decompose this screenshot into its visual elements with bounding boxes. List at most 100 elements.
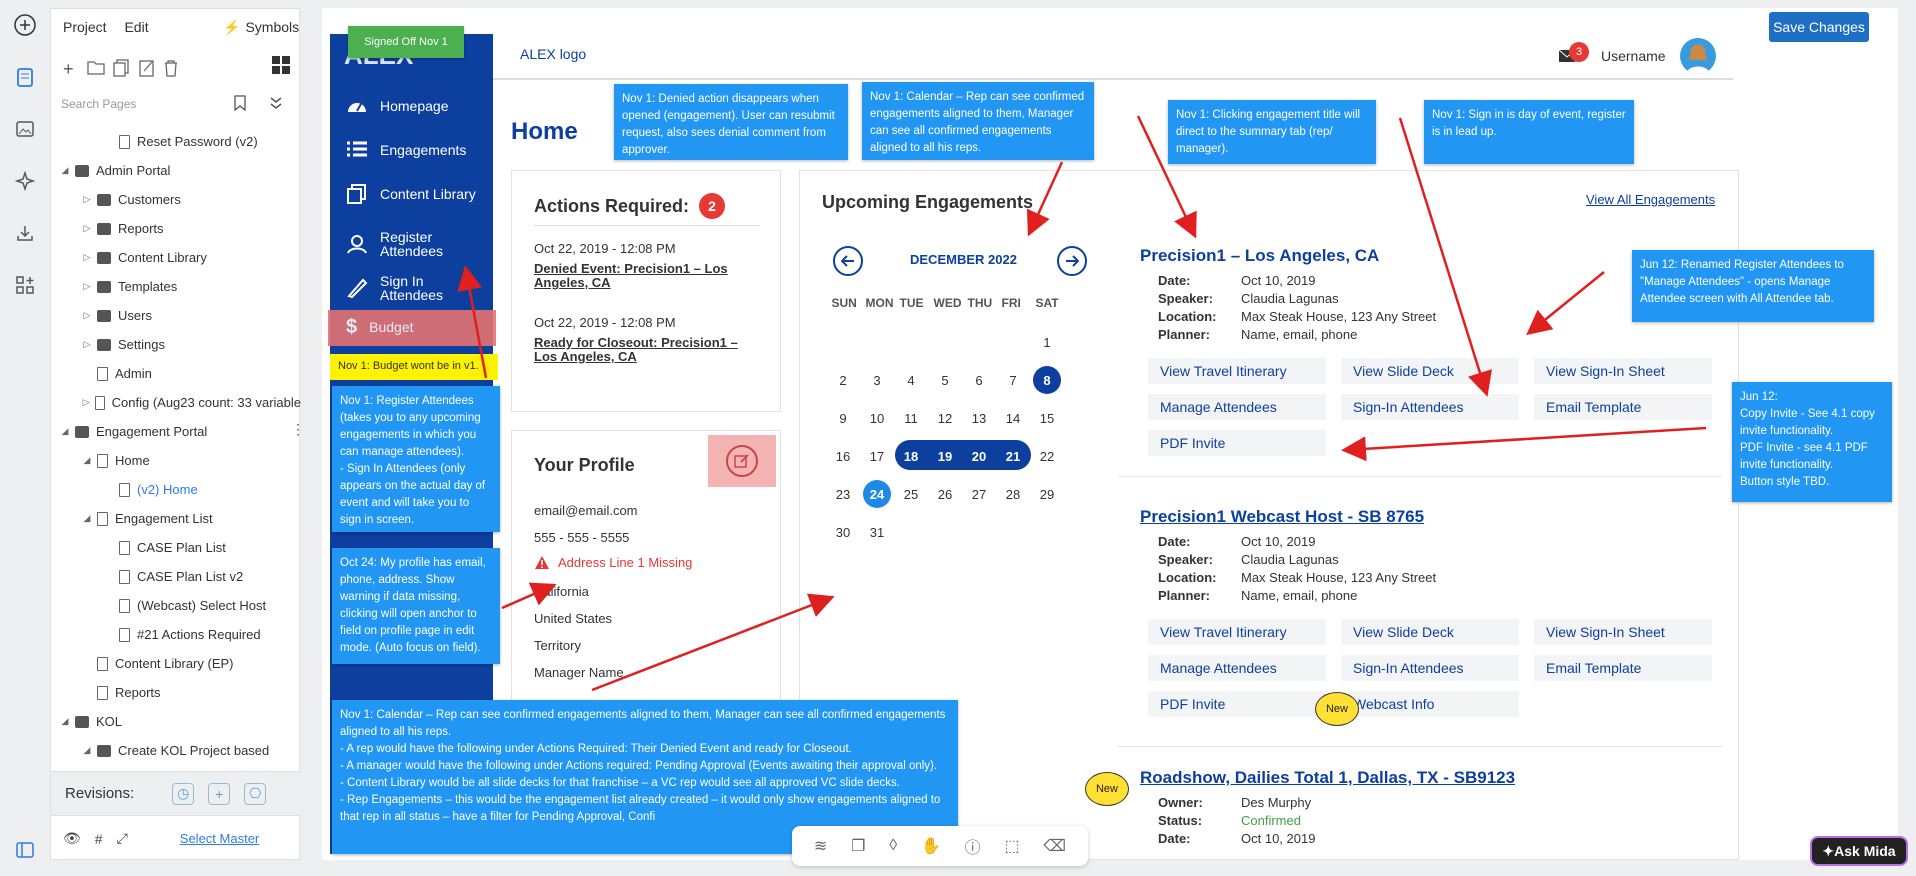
copy-icon[interactable]: ❐: [851, 836, 865, 856]
engagement-action-button[interactable]: View Slide Deck: [1341, 619, 1519, 645]
collapse-all-icon[interactable]: [269, 95, 283, 111]
engagement-action-button[interactable]: Webcast Info: [1341, 691, 1519, 717]
engagement-action-button[interactable]: Sign-In Attendees: [1341, 655, 1519, 681]
caret-right-icon[interactable]: ▷: [81, 223, 93, 234]
edit-menu[interactable]: Edit: [124, 19, 148, 35]
calendar-day[interactable]: 21: [999, 442, 1027, 470]
engagement-action-button[interactable]: View Travel Itinerary: [1148, 619, 1326, 645]
nav-register-attendees[interactable]: Register Attendees: [346, 230, 466, 258]
tree-item[interactable]: ▷ Customers: [51, 185, 301, 214]
tree-item[interactable]: Content Library (EP): [51, 649, 301, 678]
edit-profile-button[interactable]: [708, 435, 776, 487]
image-icon[interactable]: [10, 114, 40, 144]
calendar-day[interactable]: 9: [829, 404, 857, 432]
tree-item[interactable]: (Webcast) Select Host: [51, 591, 301, 620]
tree-item[interactable]: #21 Actions Required: [51, 620, 301, 649]
engagement-action-button[interactable]: Manage Attendees: [1148, 394, 1326, 420]
calendar-day[interactable]: 1: [1033, 328, 1061, 356]
calendar-day[interactable]: 31: [863, 518, 891, 546]
calendar-day[interactable]: 25: [897, 480, 925, 508]
nav-sign-in-attendees[interactable]: Sign In Attendees: [346, 274, 466, 302]
engagement-action-button[interactable]: Email Template: [1534, 394, 1712, 420]
more-options-icon[interactable]: ⋮: [291, 421, 305, 438]
calendar-day[interactable]: 30: [829, 518, 857, 546]
engagement-action-button[interactable]: Email Template: [1534, 655, 1712, 681]
calendar-day[interactable]: 3: [863, 366, 891, 394]
tree-item[interactable]: ◢ KOL: [51, 707, 301, 736]
duplicate-icon[interactable]: [113, 59, 129, 77]
caret-right-icon[interactable]: ▷: [81, 339, 93, 350]
eye-icon[interactable]: 👁: [63, 830, 81, 847]
calendar-day[interactable]: 19: [931, 442, 959, 470]
calendar-day[interactable]: 20: [965, 442, 993, 470]
calendar-day[interactable]: 28: [999, 480, 1027, 508]
info-icon[interactable]: ⓘ: [965, 834, 981, 858]
calendar-day[interactable]: 4: [897, 366, 925, 394]
caret-right-icon[interactable]: ▷: [81, 397, 91, 408]
engagement-action-button[interactable]: Manage Attendees: [1148, 655, 1326, 681]
engagement-action-button[interactable]: View Sign-In Sheet: [1534, 619, 1712, 645]
calendar-day[interactable]: 8: [1033, 366, 1061, 394]
tree-item[interactable]: CASE Plan List: [51, 533, 301, 562]
tree-item[interactable]: ▷ Config (Aug23 count: 33 variable: [51, 388, 301, 417]
calendar-day[interactable]: 27: [965, 480, 993, 508]
calendar-day[interactable]: 6: [965, 366, 993, 394]
add-folder-icon[interactable]: [87, 59, 105, 75]
download-icon[interactable]: [10, 218, 40, 248]
username-label[interactable]: Username: [1601, 48, 1666, 64]
action-link[interactable]: Denied Event: Precision1 – Los Angeles, …: [534, 262, 760, 290]
calendar-day[interactable]: 29: [1033, 480, 1061, 508]
save-changes-button[interactable]: Save Changes: [1769, 12, 1869, 42]
compare-icon[interactable]: ⎔: [244, 782, 267, 805]
resize-icon[interactable]: ⤢: [117, 830, 128, 847]
calendar-day[interactable]: 12: [931, 404, 959, 432]
pages-icon[interactable]: [10, 62, 40, 92]
nav-content-library[interactable]: Content Library: [346, 184, 476, 204]
stack-icon[interactable]: ≋: [814, 836, 827, 856]
engagement-action-button[interactable]: Sign-In Attendees: [1341, 394, 1519, 420]
calendar-day[interactable]: 22: [1033, 442, 1061, 470]
caret-down-icon[interactable]: ◢: [81, 745, 93, 756]
engagement-action-button[interactable]: PDF Invite: [1148, 691, 1326, 717]
action-link[interactable]: Ready for Closeout: Precision1 – Los Ang…: [534, 336, 760, 364]
tree-item[interactable]: Reset Password (v2): [51, 127, 301, 156]
ink-icon[interactable]: ◊: [889, 837, 897, 855]
panel-toggle-icon[interactable]: [10, 835, 40, 865]
tree-item[interactable]: ▷ Settings: [51, 330, 301, 359]
engagement-action-button[interactable]: View Travel Itinerary: [1148, 358, 1326, 384]
engagement-action-button[interactable]: PDF Invite: [1148, 430, 1326, 456]
components-icon[interactable]: [10, 270, 40, 300]
ask-mida-button[interactable]: ✦ Ask Mida: [1810, 836, 1908, 866]
select-icon[interactable]: ⬚: [1004, 836, 1019, 856]
nav-budget[interactable]: $ Budget: [328, 310, 496, 346]
nav-engagements[interactable]: Engagements: [346, 140, 466, 160]
tree-item[interactable]: ▷ Templates: [51, 272, 301, 301]
eraser-icon[interactable]: ⌫: [1043, 836, 1066, 856]
caret-down-icon[interactable]: ◢: [59, 426, 71, 437]
calendar-day[interactable]: 5: [931, 366, 959, 394]
tree-item[interactable]: ◢ Create KOL Project based: [51, 736, 301, 765]
engagement-title[interactable]: Roadshow, Dailies Total 1, Dallas, TX - …: [1140, 768, 1730, 788]
caret-down-icon[interactable]: ◢: [81, 455, 93, 466]
caret-right-icon[interactable]: ▷: [81, 310, 93, 321]
add-page-icon[interactable]: +: [63, 59, 74, 80]
engagement-action-button[interactable]: View Slide Deck: [1341, 358, 1519, 384]
tree-item[interactable]: ▷ Users: [51, 301, 301, 330]
caret-right-icon[interactable]: ▷: [81, 194, 93, 205]
calendar-day[interactable]: 11: [897, 404, 925, 432]
trash-icon[interactable]: [163, 59, 179, 77]
nav-homepage[interactable]: Homepage: [346, 96, 449, 116]
bookmark-icon[interactable]: [233, 95, 247, 111]
tree-item[interactable]: CASE Plan List v2: [51, 562, 301, 591]
calendar-day[interactable]: 2: [829, 366, 857, 394]
avatar[interactable]: [1680, 38, 1716, 74]
tree-item[interactable]: ◢ Home: [51, 446, 301, 475]
caret-down-icon[interactable]: ◢: [59, 165, 71, 176]
tree-item[interactable]: ◢ Admin Portal: [51, 156, 301, 185]
calendar-day[interactable]: 16: [829, 442, 857, 470]
tree-item[interactable]: ▷ Content Library: [51, 243, 301, 272]
calendar-day[interactable]: 15: [1033, 404, 1061, 432]
calendar-day[interactable]: 10: [863, 404, 891, 432]
caret-right-icon[interactable]: ▷: [81, 281, 93, 292]
engagement-action-button[interactable]: View Sign-In Sheet: [1534, 358, 1712, 384]
